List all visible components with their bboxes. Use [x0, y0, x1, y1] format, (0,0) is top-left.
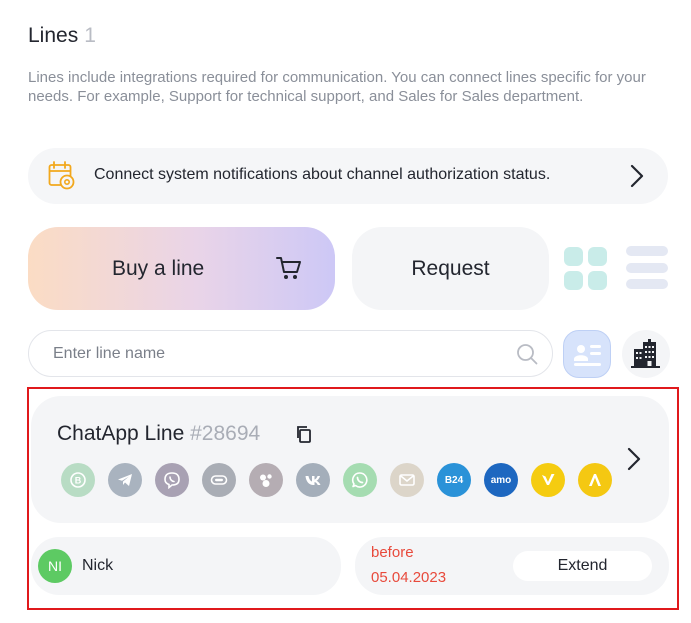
- line-card[interactable]: ChatApp Line #28694 B B24 amo: [31, 396, 669, 523]
- channel-whatsapp-business-icon: B: [61, 463, 95, 497]
- notification-banner-text: Connect system notifications about chann…: [94, 166, 551, 183]
- search-icon[interactable]: [516, 343, 538, 365]
- page-title: Lines 1: [28, 24, 96, 48]
- user-name: Nick: [82, 557, 114, 574]
- svg-text:B: B: [75, 476, 82, 486]
- channel-yandex-icon: [531, 463, 565, 497]
- search-field[interactable]: [28, 330, 553, 377]
- notification-banner[interactable]: Connect system notifications about chann…: [28, 148, 668, 204]
- contact-card-icon: [574, 345, 601, 366]
- extend-button[interactable]: Extend: [513, 551, 652, 581]
- channel-avito-icon: [202, 463, 236, 497]
- channel-whatsapp-icon: [343, 463, 377, 497]
- buy-line-label: Buy a line: [112, 257, 205, 280]
- channel-dots-messenger-icon: [249, 463, 283, 497]
- amocrm-label: amo: [490, 474, 512, 486]
- lines-count: 1: [84, 24, 96, 47]
- building-icon: [631, 339, 660, 368]
- channel-vk-icon: [296, 463, 330, 497]
- chevron-right-icon: [627, 447, 641, 471]
- channel-bitrix24-icon: B24: [437, 463, 471, 497]
- calendar-settings-icon: [48, 161, 75, 190]
- cart-icon: [276, 257, 301, 279]
- line-title: ChatApp Line #28694: [57, 422, 260, 446]
- avatar: NI: [38, 549, 72, 583]
- copy-icon[interactable]: [295, 425, 313, 444]
- page-description: Lines include integrations required for …: [28, 69, 646, 105]
- line-number: #28694: [190, 422, 261, 445]
- channel-telegram-icon: [108, 463, 142, 497]
- buy-line-button[interactable]: Buy a line: [28, 227, 335, 310]
- expiry-prefix: before: [371, 544, 414, 561]
- chevron-right-icon: [630, 164, 644, 188]
- line-name: ChatApp Line: [57, 422, 185, 445]
- search-input[interactable]: [53, 343, 513, 365]
- page-title-text: Lines: [28, 24, 79, 47]
- list-view-icon[interactable]: [626, 246, 670, 290]
- request-button[interactable]: Request: [352, 227, 549, 310]
- bitrix24-label: B24: [444, 474, 464, 486]
- employee-filter-button[interactable]: [563, 330, 611, 378]
- channel-viber-icon: [155, 463, 189, 497]
- expiry-date: 05.04.2023: [371, 569, 447, 586]
- grid-view-icon[interactable]: [564, 247, 608, 291]
- assigned-user[interactable]: NI Nick: [31, 537, 341, 595]
- company-filter-button[interactable]: [622, 330, 670, 378]
- request-label: Request: [411, 257, 490, 280]
- channel-amocrm-icon: amo: [484, 463, 518, 497]
- channel-alfa-icon: [578, 463, 612, 497]
- channel-email-icon: [390, 463, 424, 497]
- expiry-panel: before 05.04.2023 Extend: [355, 537, 669, 595]
